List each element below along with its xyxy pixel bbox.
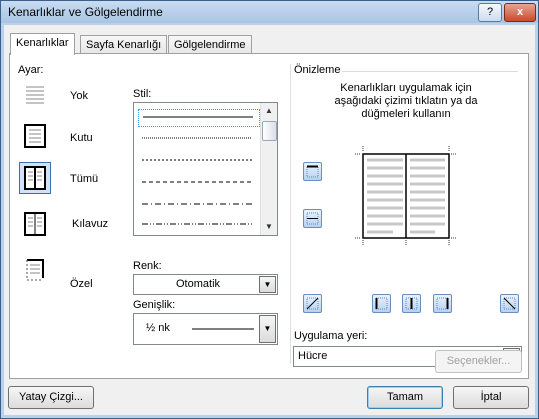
cancel-button[interactable]: İptal: [453, 386, 529, 409]
setting-custom-icon[interactable]: [19, 254, 51, 286]
setting-all-label[interactable]: Tümü: [70, 173, 98, 185]
tab-panel: Ayar: Yok Kutu Tümü Kılavuz Özel Stil: ▲…: [9, 53, 529, 379]
line-style-dashed-small[interactable]: [138, 153, 258, 169]
tab-page-border[interactable]: Sayfa Kenarlığı: [80, 35, 168, 54]
line-style-solid[interactable]: [138, 109, 260, 127]
style-label: Stil:: [133, 88, 152, 100]
line-style-dash-dot-dot[interactable]: [138, 217, 258, 233]
border-inside-vertical-button[interactable]: [402, 294, 421, 313]
setting-none-icon[interactable]: [19, 80, 51, 112]
scroll-up-icon[interactable]: ▲: [261, 103, 277, 119]
line-style-dotted-fine[interactable]: [138, 131, 258, 147]
setting-box-icon[interactable]: [19, 120, 51, 152]
diagonal-up-button[interactable]: [500, 294, 519, 313]
apply-to-value: Hücre: [298, 350, 328, 362]
chevron-down-icon[interactable]: ▼: [259, 276, 276, 293]
color-value: Otomatik: [176, 278, 221, 290]
setting-box-label[interactable]: Kutu: [70, 132, 93, 144]
help-button[interactable]: ?: [478, 3, 502, 22]
diagonal-down-button[interactable]: [303, 294, 322, 313]
divider: [290, 64, 291, 364]
dialog-window: Kenarlıklar ve Gölgelendirme ? x Kenarlı…: [0, 0, 539, 419]
line-style-dashed[interactable]: [138, 175, 258, 191]
ok-button[interactable]: Tamam: [367, 386, 443, 409]
setting-grid-label[interactable]: Kılavuz: [72, 218, 108, 230]
setting-custom-label[interactable]: Özel: [70, 278, 93, 290]
close-button[interactable]: x: [504, 3, 536, 22]
setting-grid-icon[interactable]: [19, 208, 51, 240]
options-button[interactable]: Seçenekler...: [435, 350, 522, 373]
apply-to-label: Uygulama yeri:: [294, 330, 368, 342]
tab-borders[interactable]: Kenarlıklar: [10, 33, 75, 55]
title-bar: Kenarlıklar ve Gölgelendirme ? x: [1, 1, 538, 23]
border-top-button[interactable]: [303, 162, 322, 181]
dialog-body: Kenarlıklar Sayfa Kenarlığı Gölgelendirm…: [4, 25, 535, 415]
scroll-down-icon[interactable]: ▼: [261, 219, 277, 235]
tab-shading[interactable]: Gölgelendirme: [168, 35, 252, 54]
setting-all-icon[interactable]: [19, 162, 51, 194]
setting-label: Ayar:: [18, 64, 44, 76]
preview-diagram[interactable]: [355, 146, 457, 264]
chevron-down-icon[interactable]: ▼: [259, 315, 276, 343]
line-style-list[interactable]: ▲ ▼: [133, 102, 278, 236]
color-label: Renk:: [133, 260, 162, 272]
color-dropdown[interactable]: Otomatik ▼: [133, 274, 278, 295]
style-scrollbar[interactable]: ▲ ▼: [260, 103, 277, 235]
preview-instruction: Kenarlıkları uygulamak için aşağıdaki çi…: [334, 82, 478, 120]
horizontal-line-button[interactable]: Yatay Çizgi...: [8, 386, 94, 409]
border-left-button[interactable]: [372, 294, 391, 313]
line-style-dash-dot[interactable]: [138, 197, 258, 213]
preview-rule: [342, 71, 518, 72]
setting-none-label[interactable]: Yok: [70, 90, 88, 102]
preview-label: Önizleme: [294, 64, 341, 76]
border-inside-horizontal-button[interactable]: [303, 209, 322, 228]
width-label: Genişlik:: [133, 299, 176, 311]
scroll-thumb[interactable]: [262, 121, 277, 141]
border-right-button[interactable]: [433, 294, 452, 313]
window-title: Kenarlıklar ve Gölgelendirme: [8, 5, 163, 19]
width-value: ½ nk: [146, 322, 170, 334]
width-dropdown[interactable]: ½ nk ▼: [133, 313, 278, 345]
